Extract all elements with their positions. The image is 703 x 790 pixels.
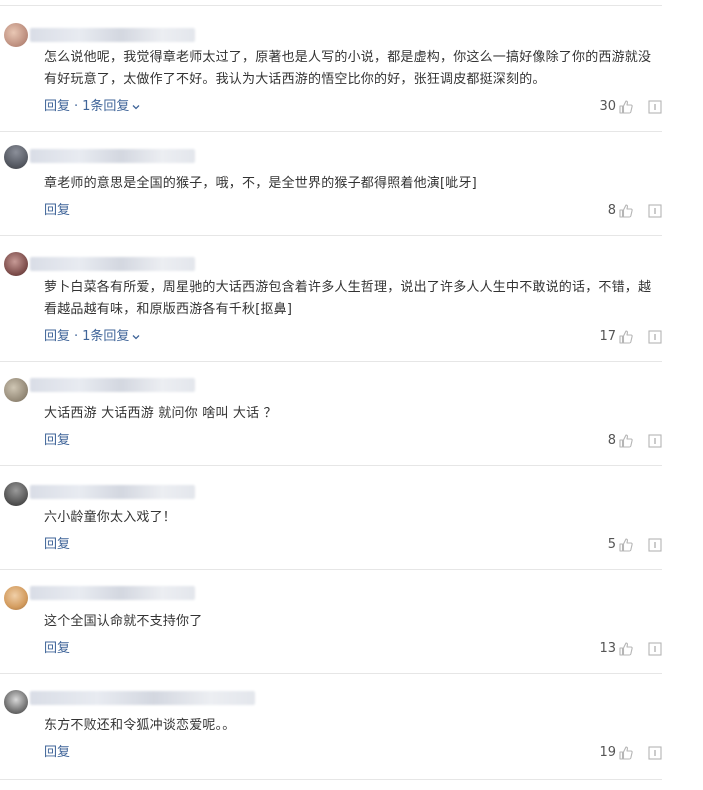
username-blurred[interactable]	[30, 586, 195, 600]
like-count: 8	[607, 433, 616, 448]
like-count: 30	[599, 99, 616, 114]
view-replies-link[interactable]: 1条回复	[82, 98, 140, 116]
comment-tools: 8	[542, 202, 662, 220]
username-blurred[interactable]	[30, 485, 195, 499]
report-icon[interactable]	[648, 746, 662, 760]
comment-divider	[0, 779, 662, 780]
reply-link[interactable]: 回复	[44, 98, 70, 116]
username-blurred[interactable]	[30, 691, 255, 705]
avatar[interactable]	[4, 482, 28, 506]
username-blurred[interactable]	[30, 149, 195, 163]
view-replies-link[interactable]: 1条回复	[82, 328, 140, 346]
thumbs-up-icon[interactable]	[618, 537, 634, 553]
comment-item: 章老师的意思是全国的猴子，哦，不，是全世界的猴子都得照着他演[呲牙] 回复 8	[0, 132, 662, 236]
thumbs-up-icon[interactable]	[618, 641, 634, 657]
username-blurred[interactable]	[30, 257, 195, 271]
thumbs-up-icon[interactable]	[618, 99, 634, 115]
separator-dot: ·	[74, 99, 79, 114]
comment-actions: 回复	[44, 432, 70, 450]
reply-link[interactable]: 回复	[44, 328, 70, 346]
like-count: 19	[599, 745, 616, 760]
report-icon[interactable]	[648, 642, 662, 656]
like-count: 8	[607, 203, 616, 218]
comment-item: 萝卜白菜各有所爱，周星驰的大话西游包含着许多人生哲理，说出了许多人人生中不敢说的…	[0, 236, 662, 362]
avatar[interactable]	[4, 145, 28, 169]
avatar[interactable]	[4, 252, 28, 276]
reply-link[interactable]: 回复	[44, 202, 70, 220]
comment-actions: 回复 · 1条回复	[44, 98, 140, 116]
chevron-down-icon	[132, 104, 140, 109]
comment-text: 东方不败还和令狐冲谈恋爱呢。。	[44, 718, 236, 733]
comment-tools: 30	[542, 98, 662, 116]
comment-item: 怎么说他呢，我觉得章老师太过了，原著也是人写的小说，都是虚构，你这么一搞好像除了…	[0, 6, 662, 132]
like-count: 5	[607, 537, 616, 552]
comment-text: 萝卜白菜各有所爱，周星驰的大话西游包含着许多人生哲理，说出了许多人人生中不敢说的…	[44, 280, 652, 317]
reply-link[interactable]: 回复	[44, 744, 70, 762]
comment-tools: 8	[542, 432, 662, 450]
comment-tools: 19	[542, 744, 662, 762]
separator-dot: ·	[74, 329, 79, 344]
thumbs-up-icon[interactable]	[618, 203, 634, 219]
comment-tools: 5	[542, 536, 662, 554]
thumbs-up-icon[interactable]	[618, 745, 634, 761]
like-count: 13	[599, 641, 616, 656]
report-icon[interactable]	[648, 204, 662, 218]
comment-text: 怎么说他呢，我觉得章老师太过了，原著也是人写的小说，都是虚构，你这么一搞好像除了…	[44, 50, 652, 87]
comment-item: 东方不败还和令狐冲谈恋爱呢。。 回复 19	[0, 674, 662, 780]
report-icon[interactable]	[648, 100, 662, 114]
comment-actions: 回复	[44, 202, 70, 220]
reply-link[interactable]: 回复	[44, 432, 70, 450]
reply-link[interactable]: 回复	[44, 640, 70, 658]
comment-text: 大话西游 大话西游 就问你 啥叫 大话 ？	[44, 406, 277, 421]
comment-actions: 回复	[44, 536, 70, 554]
avatar[interactable]	[4, 586, 28, 610]
comment-actions: 回复	[44, 640, 70, 658]
report-icon[interactable]	[648, 434, 662, 448]
username-blurred[interactable]	[30, 378, 195, 392]
avatar[interactable]	[4, 378, 28, 402]
comment-item: 大话西游 大话西游 就问你 啥叫 大话 ？ 回复 8	[0, 362, 662, 466]
username-blurred[interactable]	[30, 28, 195, 42]
comment-item: 这个全国认命就不支持你了 回复 13	[0, 570, 662, 674]
comment-tools: 17	[542, 328, 662, 346]
comment-actions: 回复	[44, 744, 70, 762]
comment-text: 这个全国认命就不支持你了	[44, 614, 203, 629]
thumbs-up-icon[interactable]	[618, 329, 634, 345]
reply-link[interactable]: 回复	[44, 536, 70, 554]
comment-text: 章老师的意思是全国的猴子，哦，不，是全世界的猴子都得照着他演[呲牙]	[44, 176, 477, 191]
comment-text: 六小龄童你太入戏了！	[44, 510, 177, 525]
avatar[interactable]	[4, 23, 28, 47]
comment-tools: 13	[542, 640, 662, 658]
comment-item: 六小龄童你太入戏了！ 回复 5	[0, 466, 662, 570]
thumbs-up-icon[interactable]	[618, 433, 634, 449]
report-icon[interactable]	[648, 538, 662, 552]
comment-actions: 回复 · 1条回复	[44, 328, 140, 346]
like-count: 17	[599, 329, 616, 344]
avatar[interactable]	[4, 690, 28, 714]
chevron-down-icon	[132, 334, 140, 339]
report-icon[interactable]	[648, 330, 662, 344]
